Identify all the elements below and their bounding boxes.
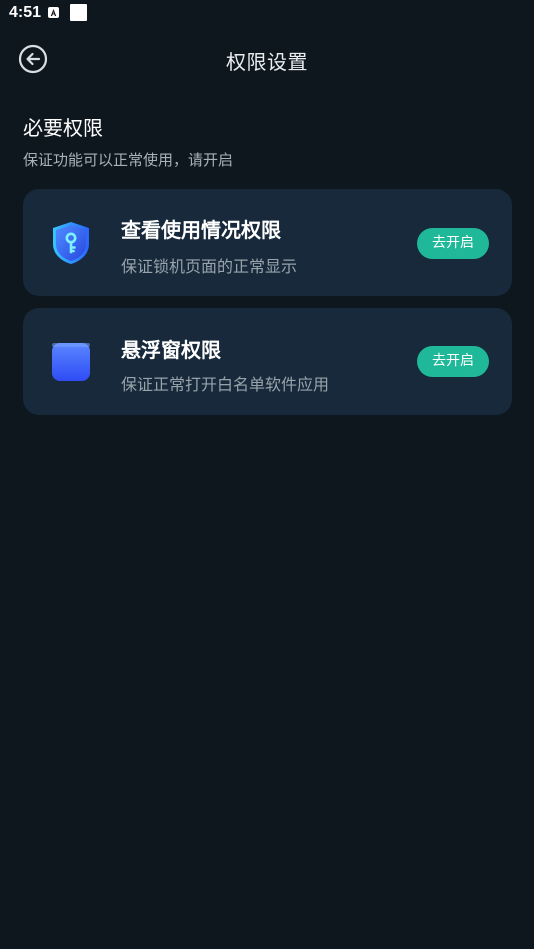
status-time: 4:51 xyxy=(9,4,42,21)
permission-settings-screen: 4:51 权限设置 必要权限 保证功能可以正常使用，请开启 查看使用情况权限 保… xyxy=(0,0,534,949)
permission-title: 查看使用情况权限 xyxy=(121,218,281,242)
notification-square-icon xyxy=(70,4,87,21)
permission-description: 保证正常打开白名单软件应用 xyxy=(121,375,330,394)
permission-card-usage-access: 查看使用情况权限 保证锁机页面的正常显示 去开启 xyxy=(23,189,512,296)
shield-key-icon xyxy=(49,220,93,266)
enable-usage-access-button[interactable]: 去开启 xyxy=(417,228,489,259)
permission-title: 悬浮窗权限 xyxy=(121,338,221,362)
app-bar: 权限设置 xyxy=(0,36,534,80)
enable-floating-window-button[interactable]: 去开启 xyxy=(417,346,489,377)
section-subtitle: 保证功能可以正常使用，请开启 xyxy=(23,151,234,169)
permission-description: 保证锁机页面的正常显示 xyxy=(121,257,298,276)
notification-a-icon xyxy=(48,7,59,18)
floating-window-icon xyxy=(49,341,93,387)
status-bar: 4:51 xyxy=(0,0,534,28)
page-title: 权限设置 xyxy=(226,50,308,74)
section-title: 必要权限 xyxy=(23,116,103,140)
permission-card-floating-window: 悬浮窗权限 保证正常打开白名单软件应用 去开启 xyxy=(23,308,512,415)
